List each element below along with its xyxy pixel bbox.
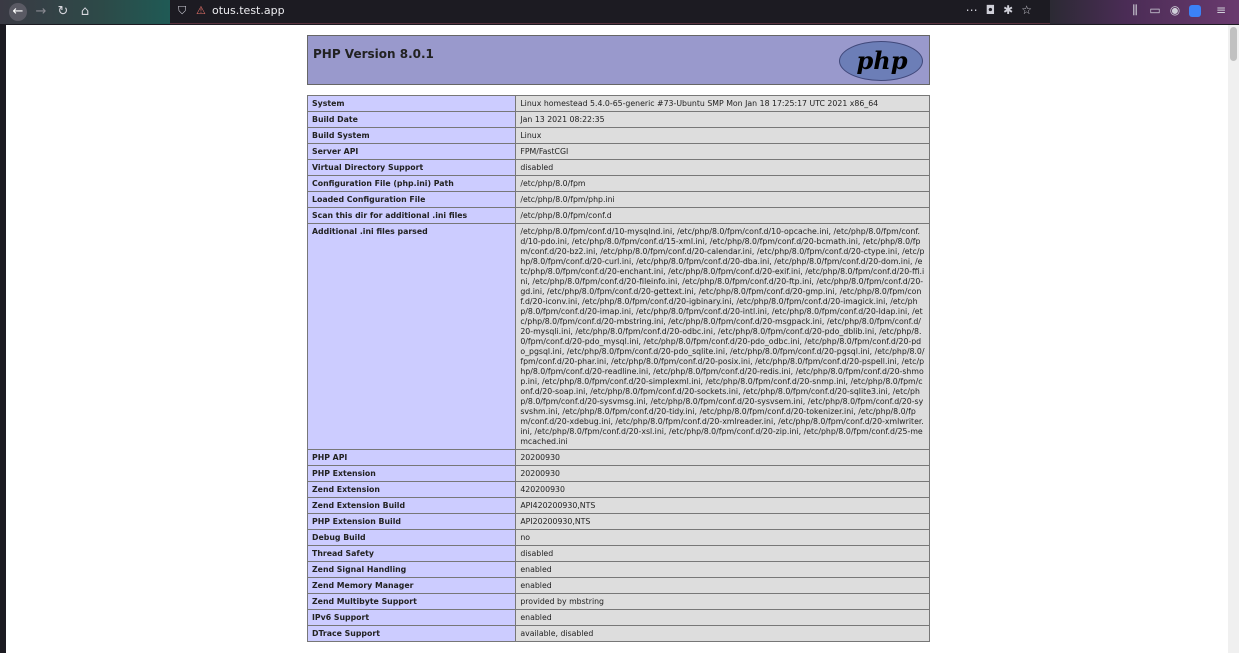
table-row: Thread Safety disabled [306,545,930,562]
table-row: DTrace Support available, disabled [306,625,930,642]
table-row: PHP Extension Build API20200930,NTS [306,513,930,530]
row-key: Zend Memory Manager [306,577,517,594]
row-value: /etc/php/8.0/fpm/conf.d/10-mysqlnd.ini, … [515,223,930,450]
row-value: /etc/php/8.0/fpm/conf.d [515,207,930,224]
row-key: Virtual Directory Support [306,159,517,176]
row-value: Jan 13 2021 08:22:35 [515,111,930,128]
phpinfo-container: PHP Version 8.0.1 php System Linux homest… [306,35,930,642]
table-row: Debug Build no [306,529,930,546]
row-key: Zend Multibyte Support [306,593,517,610]
row-key: Build Date [306,111,517,128]
php-logo-text: php [856,46,908,75]
sidebar-icon[interactable]: ▭ [1145,3,1165,17]
row-key: Thread Safety [306,545,517,562]
table-row: Zend Multibyte Support provided by mbstri… [306,593,930,610]
row-value: available, disabled [515,625,930,642]
row-key: IPv6 Support [306,609,517,626]
row-value: disabled [515,545,930,562]
browser-toolbar: ← → ↻ ⌂ ⛉ ⚠ otus.test.app ⋯◘✱☆ ⫼ ▭ ◉ ≡ [0,0,1239,24]
row-key: Build System [306,127,517,144]
page-scrollbar[interactable] [1228,25,1239,653]
reload-icon[interactable]: ↻ [54,3,72,21]
row-key: PHP Extension Build [306,513,517,530]
account-icon[interactable]: ◉ [1165,3,1185,17]
arrow-left-icon[interactable]: ← [9,3,27,21]
table-row: Build System Linux [306,127,930,144]
more-dots-icon[interactable]: ⋯ [966,3,986,17]
table-row: Zend Memory Manager enabled [306,577,930,594]
row-key: System [306,95,517,112]
extension-badge-icon[interactable] [1189,4,1201,17]
row-key: DTrace Support [306,625,517,642]
row-key: Server API [306,143,517,160]
row-key: Zend Signal Handling [306,561,517,578]
table-row: PHP API 20200930 [306,449,930,466]
table-row: System Linux homestead 5.4.0-65-generic #… [306,95,930,112]
row-value: provided by mbstring [515,593,930,610]
row-key: Additional .ini files parsed [306,223,517,450]
site-permission-icon[interactable]: ⚠ [196,4,206,17]
page-viewport: PHP Version 8.0.1 php System Linux homest… [6,25,1228,653]
row-value: Linux homestead 5.4.0-65-generic #73-Ubu… [515,95,930,112]
table-row: Zend Extension Build API420200930,NTS [306,497,930,514]
row-value: no [515,529,930,546]
row-key: PHP Extension [306,465,517,482]
row-key: Debug Build [306,529,517,546]
scrollbar-thumb[interactable] [1230,27,1237,61]
row-value: Linux [515,127,930,144]
row-key: Zend Extension [306,481,517,498]
table-row: Configuration File (php.ini) Path/etc/ph… [306,175,930,192]
arrow-right-icon[interactable]: → [32,3,50,21]
star-icon[interactable]: ☆ [1021,3,1040,17]
table-row: PHP Extension 20200930 [306,465,930,482]
row-value: enabled [515,609,930,626]
row-key: PHP API [306,449,517,466]
row-key: Loaded Configuration File [306,191,517,208]
row-value: 420200930 [515,481,930,498]
shield-icon[interactable]: ⛉ [178,4,186,18]
table-row: Scan this dir for additional .ini files /… [306,207,930,224]
php-header: PHP Version 8.0.1 php [307,35,930,85]
row-value: 20200930 [515,449,930,466]
hamburger-menu-icon[interactable]: ≡ [1211,3,1231,17]
row-value: /etc/php/8.0/fpm/php.ini [515,191,930,208]
row-value: API420200930,NTS [515,497,930,514]
phpinfo-table: System Linux homestead 5.4.0-65-generic #… [306,95,930,642]
table-row: Build Date Jan 13 2021 08:22:35 [306,111,930,128]
page-title: PHP Version 8.0.1 [313,47,434,61]
table-row: Virtual Directory Support disabled [306,159,930,176]
pocket-icon[interactable]: ◘ [986,3,1004,17]
table-row: Zend Extension 420200930 [306,481,930,498]
toolbar-right-icons: ⫼ ▭ ◉ ≡ [1125,3,1231,18]
table-row: Server API FPM/FastCGI [306,143,930,160]
php-logo[interactable]: php [839,41,923,81]
row-key: Configuration File (php.ini) Path [306,175,517,192]
row-value: /etc/php/8.0/fpm [515,175,930,192]
row-key: Scan this dir for additional .ini files [306,207,517,224]
home-icon[interactable]: ⌂ [76,3,94,21]
url-bar[interactable]: ⛉ ⚠ otus.test.app ⋯◘✱☆ [170,0,1050,24]
row-key: Zend Extension Build [306,497,517,514]
url-actions: ⋯◘✱☆ [966,3,1040,17]
row-value: FPM/FastCGI [515,143,930,160]
library-icon[interactable]: ⫼ [1125,3,1145,18]
table-row: Zend Signal Handling enabled [306,561,930,578]
row-value: enabled [515,577,930,594]
table-row: Loaded Configuration File/etc/php/8.0/fp… [306,191,930,208]
row-value: enabled [515,561,930,578]
bug-icon[interactable]: ✱ [1003,3,1021,17]
table-row: IPv6 Support enabled [306,609,930,626]
table-row: Additional .ini files parsed/etc/php/8.0… [306,223,930,450]
row-value: API20200930,NTS [515,513,930,530]
row-value: disabled [515,159,930,176]
url-text[interactable]: otus.test.app [212,4,285,17]
row-value: 20200930 [515,465,930,482]
